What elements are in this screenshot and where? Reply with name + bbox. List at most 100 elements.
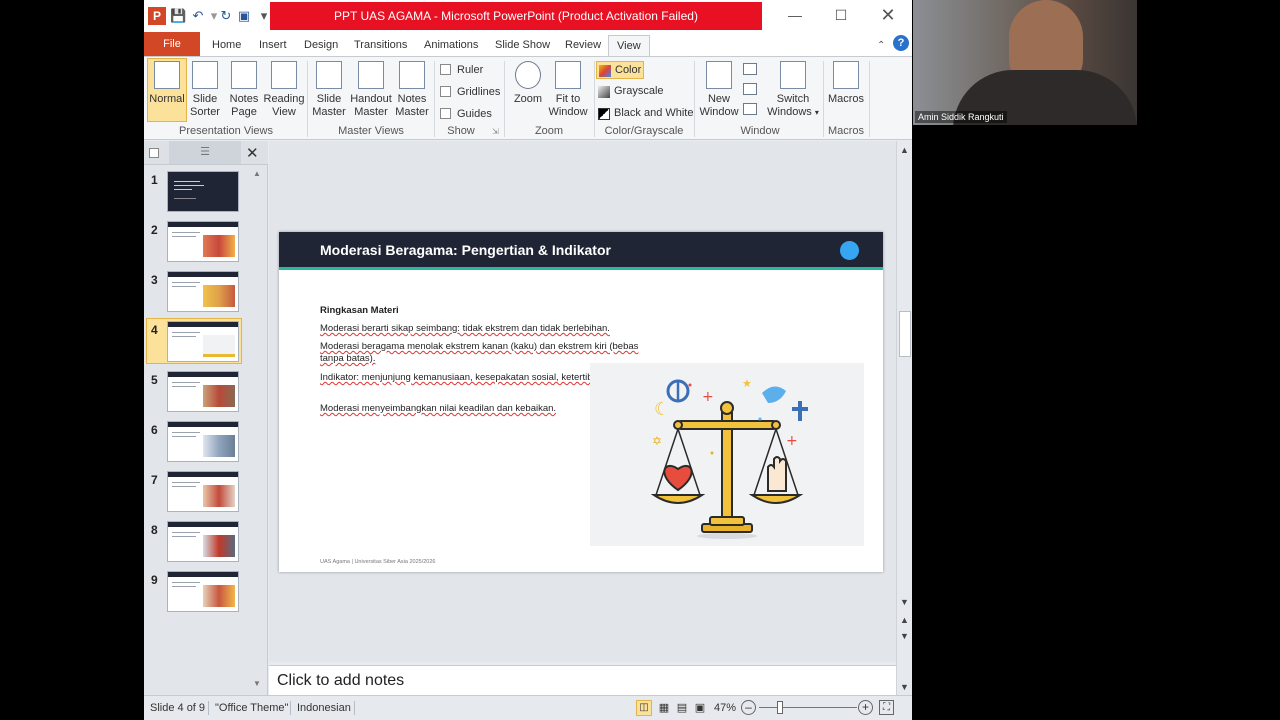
slide-number: 6 — [151, 423, 158, 437]
switch-windows-button[interactable]: Switch Windows ▾ — [765, 59, 821, 123]
notes-placeholder[interactable]: Click to add notes — [277, 672, 404, 690]
macros-button[interactable]: Macros — [826, 59, 866, 123]
next-slide-icon[interactable]: ▼ — [900, 631, 909, 641]
fit-slide-icon[interactable]: ⛶ — [879, 700, 894, 715]
notes-master-button[interactable]: Notes Master — [392, 59, 432, 123]
slide-bullet[interactable]: Moderasi beragama menolak ekstrem kanan … — [320, 341, 640, 365]
tab-home[interactable]: Home — [212, 35, 241, 56]
thumb-line — [172, 486, 196, 487]
maximize-icon[interactable]: ☐ — [827, 4, 855, 26]
scroll-up-icon[interactable]: ▲ — [900, 145, 909, 155]
thumb-line — [174, 185, 204, 186]
redo-icon[interactable]: ↻ — [218, 8, 234, 24]
thumbnail-scrollbar[interactable]: ▲ ▼ — [250, 169, 264, 693]
tab-animations[interactable]: Animations — [424, 35, 478, 56]
gridlines-checkbox[interactable]: Gridlines — [440, 85, 500, 99]
thumb-line — [172, 382, 200, 383]
scroll-up-icon[interactable]: ▲ — [253, 169, 261, 178]
zoom-slider[interactable] — [759, 707, 857, 708]
tab-file[interactable]: File — [144, 32, 200, 56]
slide-sorter-button[interactable]: Slide Sorter — [185, 59, 225, 123]
close-pane-icon[interactable]: ✕ — [246, 144, 259, 162]
zoom-slider-thumb[interactable] — [777, 701, 783, 714]
slideshow-from-start-icon[interactable]: ▣ — [236, 8, 252, 24]
slide-number: 9 — [151, 573, 158, 587]
thumb-line — [172, 282, 200, 283]
zoom-out-icon[interactable]: – — [741, 700, 756, 715]
arrange-all-icon[interactable] — [743, 63, 757, 75]
black-and-white-option[interactable]: Black and White — [596, 105, 693, 123]
notes-scroll-down-icon[interactable]: ▼ — [900, 682, 909, 692]
grayscale-option[interactable]: Grayscale — [596, 83, 664, 101]
reading-view-icon[interactable]: ▤ — [674, 700, 690, 716]
zoom-icon — [515, 61, 541, 89]
current-slide[interactable]: Moderasi Beragama: Pengertian & Indikato… — [279, 232, 883, 572]
tab-view[interactable]: View — [608, 35, 650, 56]
slide-thumbnail-3[interactable] — [167, 271, 239, 312]
outline-tab-icon[interactable]: ☰ — [169, 141, 241, 164]
reading-view-button[interactable]: Reading View — [262, 59, 306, 123]
tab-slide-show[interactable]: Slide Show — [495, 35, 550, 56]
fit-to-window-button[interactable]: Fit to Window — [546, 59, 590, 123]
slide-thumbnail-4[interactable] — [167, 321, 239, 362]
help-icon[interactable]: ? — [893, 35, 909, 51]
new-window-button[interactable]: New Window — [698, 59, 740, 123]
ribbon-tabs: File Home Insert Design Transitions Anim… — [144, 32, 912, 56]
zoom-level[interactable]: 47% — [714, 702, 736, 714]
slide-vertical-scrollbar[interactable]: ▲ ▼ ▲ ▼ ▼ — [896, 141, 912, 695]
save-icon[interactable]: 💾 — [170, 8, 186, 24]
notes-pane[interactable]: Click to add notes — [269, 665, 896, 695]
powerpoint-window: P 💾 ↶ ▾ ↻ ▣ ▾ PPT UAS AGAMA - Microsoft … — [144, 0, 912, 720]
move-split-icon[interactable] — [743, 103, 757, 115]
slide-section-heading[interactable]: Ringkasan Materi — [320, 305, 640, 317]
slide-thumbnail-6[interactable] — [167, 421, 239, 462]
zoom-button[interactable]: Zoom — [508, 59, 548, 123]
language[interactable]: Indonesian — [297, 702, 351, 714]
theme-name[interactable]: "Office Theme" — [215, 702, 288, 714]
status-bar: Slide 4 of 9 "Office Theme" Indonesian ◫… — [144, 695, 912, 720]
tab-review[interactable]: Review — [565, 35, 601, 56]
minimize-ribbon-icon[interactable]: ⌃ — [877, 35, 885, 56]
slide-thumbnail-8[interactable] — [167, 521, 239, 562]
slide-thumbnail-1[interactable] — [167, 171, 239, 212]
handout-master-button[interactable]: Handout Master — [349, 59, 393, 123]
close-icon[interactable]: ✕ — [874, 4, 902, 26]
minimize-icon[interactable]: — — [781, 4, 809, 26]
slide-thumbnail-7[interactable] — [167, 471, 239, 512]
balance-scale-illustration[interactable]: ☾ ✡ ★ + + — [590, 363, 864, 546]
thumb-image — [203, 285, 235, 307]
cascade-icon[interactable] — [743, 83, 757, 95]
powerpoint-logo-icon: P — [148, 7, 166, 25]
normal-view-button[interactable]: Normal — [147, 58, 187, 122]
slide-thumbnail-2[interactable] — [167, 221, 239, 262]
normal-view-icon[interactable]: ◫ — [636, 700, 652, 716]
slide-sorter-icon[interactable]: ▦ — [656, 700, 672, 716]
guides-checkbox[interactable]: Guides — [440, 107, 492, 121]
thumb-line — [172, 386, 196, 387]
webcam-name-label: Amin Siddik Rangkuti — [915, 111, 1007, 123]
color-option[interactable]: Color — [596, 61, 644, 79]
slide-title[interactable]: Moderasi Beragama: Pengertian & Indikato… — [320, 242, 611, 258]
slides-tab-icon[interactable] — [149, 148, 159, 158]
slide-master-button[interactable]: Slide Master — [309, 59, 349, 123]
scroll-down-icon[interactable]: ▼ — [253, 679, 261, 688]
ribbon-divider — [504, 61, 505, 137]
tab-insert[interactable]: Insert — [259, 35, 287, 56]
scroll-down-icon[interactable]: ▼ — [900, 597, 909, 607]
undo-icon[interactable]: ↶ — [190, 8, 206, 24]
show-dialog-launcher-icon[interactable]: ⇲ — [492, 127, 499, 136]
slide-thumbnail-9[interactable] — [167, 571, 239, 612]
slide-bullet[interactable]: Moderasi berarti sikap seimbang: tidak e… — [320, 323, 640, 335]
zoom-in-icon[interactable]: + — [858, 700, 873, 715]
zoom-label: Zoom — [534, 125, 564, 137]
tab-design[interactable]: Design — [304, 35, 338, 56]
slide-thumbnail-5[interactable] — [167, 371, 239, 412]
previous-slide-icon[interactable]: ▲ — [900, 615, 909, 625]
ruler-checkbox[interactable]: Ruler — [440, 63, 483, 77]
slide-show-icon[interactable]: ▣ — [692, 700, 708, 716]
scroll-thumb[interactable] — [899, 311, 911, 357]
notes-page-button[interactable]: Notes Page — [224, 59, 264, 123]
tab-transitions[interactable]: Transitions — [354, 35, 407, 56]
ribbon-divider — [694, 61, 695, 137]
svg-text:+: + — [702, 389, 714, 405]
